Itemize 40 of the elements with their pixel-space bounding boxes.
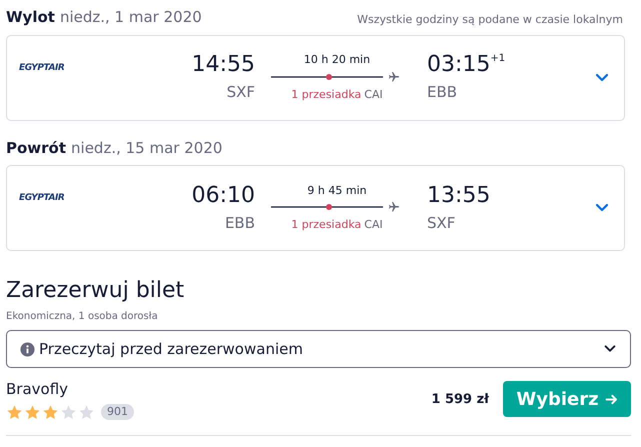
star-icon [6, 404, 23, 420]
route-line-icon [271, 72, 383, 80]
arrow-right-icon [604, 392, 618, 406]
star-icon [78, 404, 95, 420]
leg-label: Powrót [6, 138, 66, 158]
fare-summary: Ekonomiczna, 1 osoba dorosła [6, 310, 159, 324]
leg-label: Wylot [6, 7, 55, 28]
info-dropdown[interactable]: Przeczytaj przed zarezerwowaniem [6, 330, 631, 368]
flight-duration: 10 h 20 min [304, 52, 370, 68]
section-title: Zarezerwuj bilet [6, 277, 186, 305]
leg-date: niedz., 1 mar 2020 [60, 7, 202, 28]
plane-icon [387, 70, 401, 82]
star-icon [42, 404, 59, 420]
arrival-time: 13:55 [427, 182, 490, 210]
price: 1 599 zł [431, 390, 489, 408]
timezone-note: Wszystkie godziny są podane w czasie lokalnym [357, 12, 624, 28]
info-icon [20, 342, 35, 356]
flight-duration: 9 h 45 min [307, 182, 367, 198]
arrival-airport: SXF [427, 212, 456, 234]
departure-airport: SXF [226, 82, 255, 104]
departure-airport: EBB [224, 212, 255, 234]
star-icon [60, 404, 77, 420]
review-count: 901 [101, 404, 134, 420]
airline-logo: EGYPTAIR [18, 192, 66, 206]
route-line-icon [271, 203, 383, 211]
provider-name: Bravofly [6, 379, 70, 400]
plane-icon [387, 201, 401, 213]
arrival-airport: EBB [427, 82, 458, 104]
star-icon [24, 404, 41, 420]
stops-count: 1 przesiadka [291, 217, 362, 233]
departure-time: 06:10 [192, 182, 255, 210]
stop-airport: CAI [364, 217, 383, 233]
arrival-time: 03:15 [427, 51, 490, 80]
stops-count: 1 przesiadka [291, 86, 362, 102]
airline-logo: EGYPTAIR [18, 62, 66, 75]
flight-card[interactable]: EGYPTAIR 06:10 EBB 9 h 45 min 1 przesiadka CAI 13:55 SXF [6, 165, 625, 251]
day-offset: +1 [490, 52, 506, 66]
stop-airport: CAI [364, 86, 383, 102]
leg-date: niedz., 15 mar 2020 [71, 138, 222, 158]
departure-time: 14:55 [192, 51, 255, 80]
